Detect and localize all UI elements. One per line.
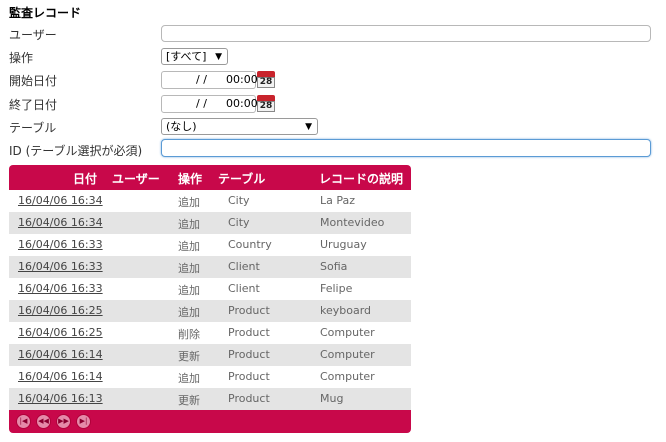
chevron-down-icon: ▼: [305, 122, 312, 132]
row-date-link[interactable]: 16/04/06 16:25: [18, 304, 103, 317]
row-table: City: [228, 216, 250, 229]
row-date-link[interactable]: 16/04/06 16:25: [18, 326, 103, 339]
table-row: 16/04/06 16:25 追加 Product keyboard: [9, 300, 411, 322]
user-label: ユーザー: [9, 28, 57, 42]
last-page-button[interactable]: ▶|: [76, 414, 91, 429]
first-page-button[interactable]: |◀: [16, 414, 31, 429]
grid-body: 16/04/06 16:34 追加 City La Paz 16/04/06 16:34…: [9, 190, 411, 410]
row-description: Montevideo: [320, 216, 385, 229]
row-operation: 追加: [178, 306, 200, 319]
row-table: Product: [228, 392, 270, 405]
row-date-link[interactable]: 16/04/06 16:33: [18, 282, 103, 295]
previous-page-button[interactable]: ◀◀: [36, 414, 51, 429]
calendar-icon[interactable]: 28: [257, 95, 275, 112]
row-description: Felipe: [320, 282, 353, 295]
row-table: Product: [228, 348, 270, 361]
row-operation: 追加: [178, 262, 200, 275]
table-row: 16/04/06 16:34 追加 City La Paz: [9, 190, 411, 212]
table-row: 16/04/06 16:34 追加 City Montevideo: [9, 212, 411, 234]
row-operation: 削除: [178, 328, 200, 341]
row-table: City: [228, 194, 250, 207]
row-description: keyboard: [320, 304, 372, 317]
end-date-label: 終了日付: [9, 98, 58, 112]
row-description: Computer: [320, 348, 375, 361]
end-date-value: / /: [196, 97, 207, 110]
next-page-button[interactable]: ▶▶: [56, 414, 71, 429]
row-date-link[interactable]: 16/04/06 16:33: [18, 238, 103, 251]
row-operation: 更新: [178, 394, 200, 407]
row-table: Product: [228, 304, 270, 317]
start-date-value: / /: [196, 73, 207, 86]
row-operation: 更新: [178, 350, 200, 363]
column-header-description[interactable]: レコードの説明: [319, 170, 403, 187]
start-time-value: 00:00: [226, 73, 258, 86]
table-row: 16/04/06 16:33 追加 Country Uruguay: [9, 234, 411, 256]
table-select[interactable]: (なし) ▼: [161, 118, 318, 135]
row-date-link[interactable]: 16/04/06 16:13: [18, 392, 103, 405]
end-date-input[interactable]: / / 00:00: [161, 95, 258, 113]
audit-grid: 日付 ユーザー 操作 テーブル レコードの説明 16/04/06 16:34 追加…: [9, 165, 411, 433]
column-header-operation[interactable]: 操作: [178, 170, 202, 187]
start-date-label: 開始日付: [9, 74, 58, 88]
row-date-link[interactable]: 16/04/06 16:14: [18, 348, 103, 361]
row-description: Computer: [320, 370, 375, 383]
row-description: La Paz: [320, 194, 356, 207]
operation-select-value: [すべて]: [166, 50, 207, 63]
id-input[interactable]: [161, 139, 651, 157]
row-description: Uruguay: [320, 238, 367, 251]
row-description: Computer: [320, 326, 375, 339]
page-title: 監査レコード: [9, 6, 82, 20]
row-table: Product: [228, 370, 270, 383]
row-operation: 追加: [178, 372, 200, 385]
table-label: テーブル: [9, 121, 57, 135]
table-row: 16/04/06 16:33 追加 Client Sofia: [9, 256, 411, 278]
calendar-day: 28: [257, 101, 275, 112]
row-date-link[interactable]: 16/04/06 16:34: [18, 216, 103, 229]
user-input[interactable]: [161, 25, 651, 42]
row-table: Product: [228, 326, 270, 339]
table-row: 16/04/06 16:33 追加 Client Felipe: [9, 278, 411, 300]
row-description: Mug: [320, 392, 344, 405]
start-date-input[interactable]: / / 00:00: [161, 71, 258, 89]
row-operation: 追加: [178, 284, 200, 297]
row-table: Country: [228, 238, 272, 251]
id-label: ID (テーブル選択が必須): [9, 144, 143, 158]
row-operation: 追加: [178, 240, 200, 253]
row-table: Client: [228, 282, 260, 295]
column-header-table[interactable]: テーブル: [218, 170, 265, 187]
table-row: 16/04/06 16:25 削除 Product Computer: [9, 322, 411, 344]
table-row: 16/04/06 16:13 更新 Product Mug: [9, 388, 411, 410]
column-header-user[interactable]: ユーザー: [112, 170, 160, 187]
grid-pager: |◀ ◀◀ ▶▶ ▶|: [9, 410, 411, 433]
calendar-icon[interactable]: 28: [257, 71, 275, 88]
row-date-link[interactable]: 16/04/06 16:34: [18, 194, 103, 207]
row-operation: 追加: [178, 218, 200, 231]
row-operation: 追加: [178, 196, 200, 209]
calendar-day: 28: [257, 77, 275, 88]
grid-header: 日付 ユーザー 操作 テーブル レコードの説明: [9, 165, 411, 190]
row-date-link[interactable]: 16/04/06 16:33: [18, 260, 103, 273]
chevron-down-icon: ▼: [215, 52, 222, 62]
operation-label: 操作: [9, 51, 34, 65]
table-row: 16/04/06 16:14 追加 Product Computer: [9, 366, 411, 388]
column-header-date[interactable]: 日付: [73, 170, 97, 187]
row-date-link[interactable]: 16/04/06 16:14: [18, 370, 103, 383]
table-row: 16/04/06 16:14 更新 Product Computer: [9, 344, 411, 366]
operation-select[interactable]: [すべて] ▼: [161, 48, 228, 65]
end-time-value: 00:00: [226, 97, 258, 110]
table-select-value: (なし): [166, 120, 197, 133]
row-table: Client: [228, 260, 260, 273]
row-description: Sofia: [320, 260, 348, 273]
